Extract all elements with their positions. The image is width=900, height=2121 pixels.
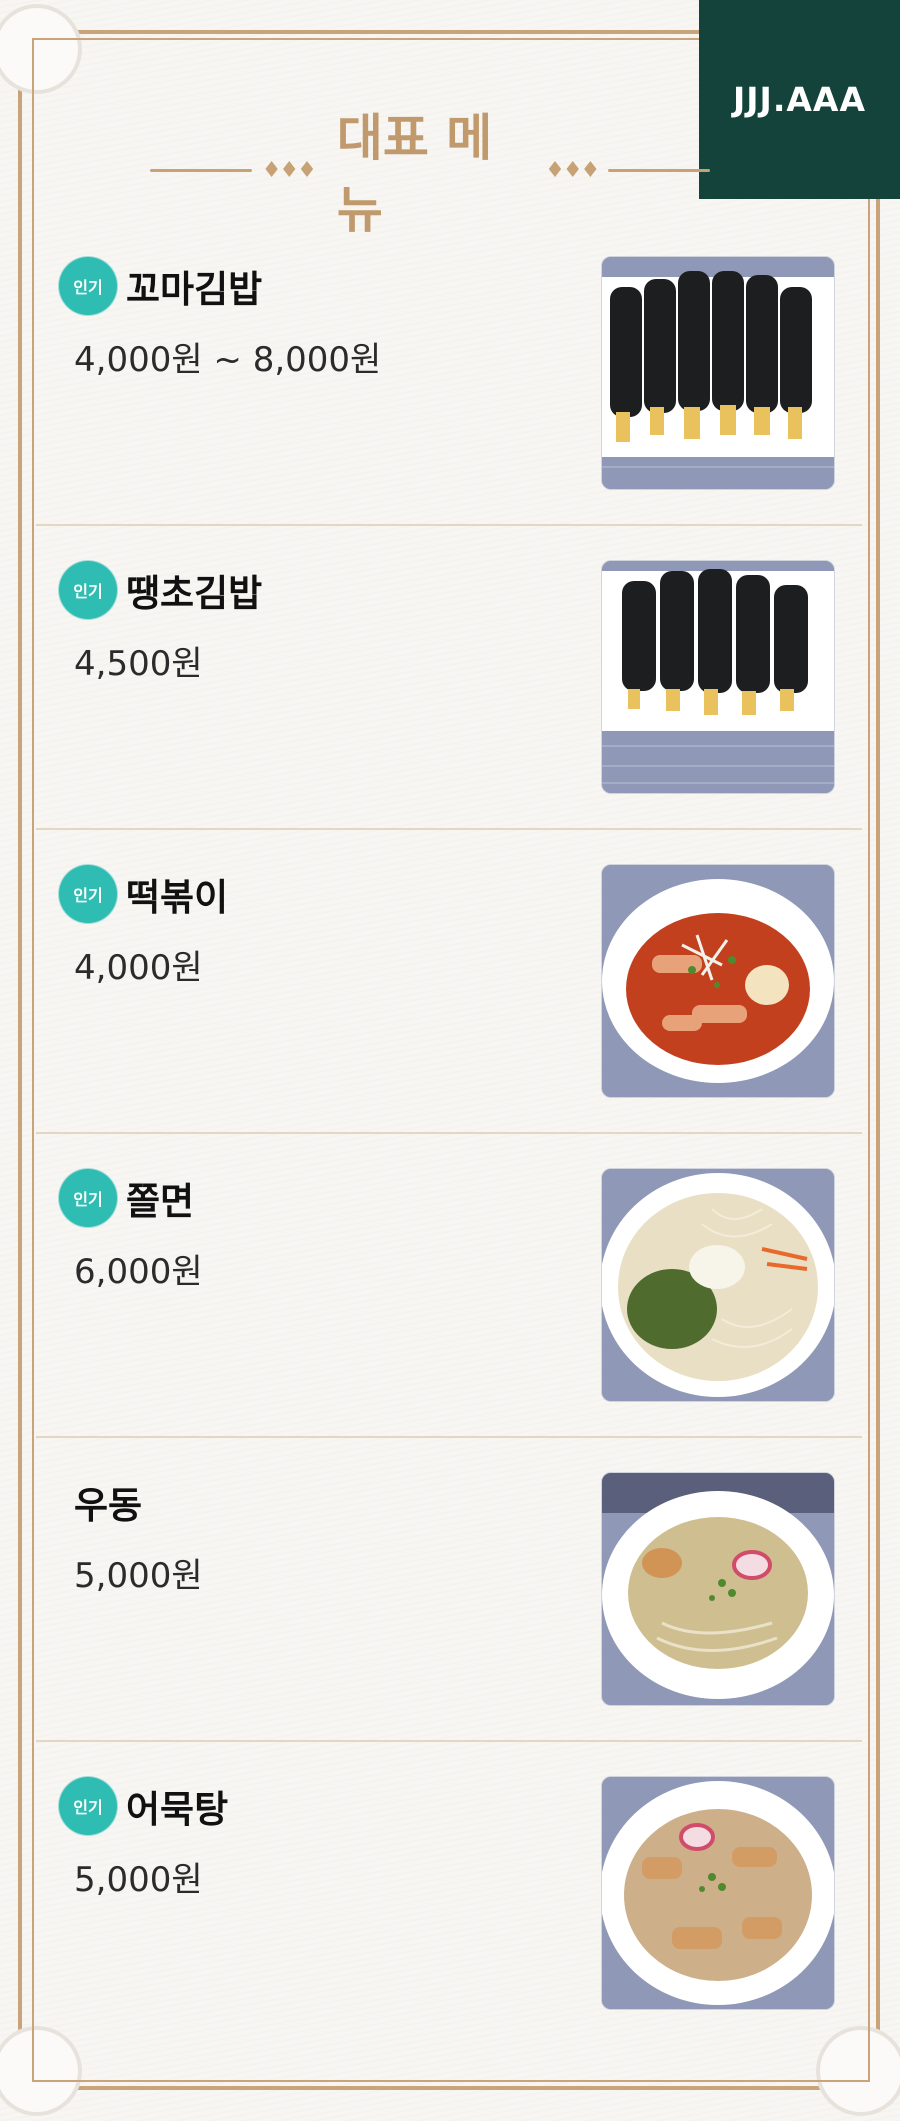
udon-photo[interactable] xyxy=(601,1472,835,1706)
menu-item-name-row: 인기 쫄면 xyxy=(62,1171,194,1225)
menu-item-name: 땡초김밥 xyxy=(126,572,263,615)
menu-page: JJJ.AAA ♦♦♦ 대표 메뉴 ♦♦♦ 인기 꼬마김밥 4,000원 ~ 8… xyxy=(0,0,900,2121)
menu-item-price: 6,000원 xyxy=(74,1252,203,1292)
mini-kimbap-photo[interactable] xyxy=(601,256,835,490)
brand-logo-text: JJJ.AAA xyxy=(733,80,866,119)
popular-badge: 인기 xyxy=(62,1780,114,1832)
diamond-ornament-icon: ♦♦♦ xyxy=(545,157,600,183)
menu-item-price: 4,500원 xyxy=(74,644,203,684)
popular-badge: 인기 xyxy=(62,868,114,920)
menu-item[interactable]: 인기 어묵탕 5,000원 xyxy=(36,1742,862,2046)
section-header: ♦♦♦ 대표 메뉴 ♦♦♦ xyxy=(150,109,710,239)
section-title: 대표 메뉴 xyxy=(336,109,493,239)
fishcake-soup-photo[interactable] xyxy=(601,1776,835,2010)
menu-item-name-row: 인기 꼬마김밥 xyxy=(62,259,262,313)
spicy-kimbap-photo[interactable] xyxy=(601,560,835,794)
header-line-left xyxy=(150,168,252,172)
menu-item-price: 4,000원 xyxy=(74,948,203,988)
diamond-ornament-icon: ♦♦♦ xyxy=(261,157,317,183)
menu-item[interactable]: 인기 떡볶이 4,000원 xyxy=(36,830,862,1134)
header-line-right xyxy=(608,168,710,172)
tteokbokki-photo[interactable] xyxy=(601,864,835,1098)
jjolmyeon-photo[interactable] xyxy=(601,1168,835,1402)
menu-item-name: 어묵탕 xyxy=(126,1788,229,1831)
menu-item-price: 5,000원 xyxy=(74,1860,203,1900)
menu-item[interactable]: 인기 땡초김밥 4,500원 xyxy=(36,526,862,830)
menu-item-price: 4,000원 ~ 8,000원 xyxy=(74,340,382,380)
menu-item-name-row: 인기 땡초김밥 xyxy=(62,563,262,617)
menu-item-name-row: 인기 어묵탕 xyxy=(62,1779,228,1833)
menu-item-name: 우동 xyxy=(74,1484,143,1527)
menu-item-name-row: 우동 xyxy=(62,1475,142,1529)
menu-list: 인기 꼬마김밥 4,000원 ~ 8,000원 인기 땡초김밥 4,500원 인… xyxy=(36,222,862,2046)
popular-badge: 인기 xyxy=(62,260,114,312)
menu-item-name: 쫄면 xyxy=(126,1180,195,1223)
popular-badge: 인기 xyxy=(62,564,114,616)
menu-item[interactable]: 우동 5,000원 xyxy=(36,1438,862,1742)
popular-badge: 인기 xyxy=(62,1172,114,1224)
menu-item-price: 5,000원 xyxy=(74,1556,203,1596)
menu-item[interactable]: 인기 쫄면 6,000원 xyxy=(36,1134,862,1438)
brand-logo[interactable]: JJJ.AAA xyxy=(699,0,900,199)
menu-item-name: 꼬마김밥 xyxy=(126,268,263,311)
menu-item-name-row: 인기 떡볶이 xyxy=(62,867,228,921)
menu-item-name: 떡볶이 xyxy=(126,876,229,919)
menu-item[interactable]: 인기 꼬마김밥 4,000원 ~ 8,000원 xyxy=(36,222,862,526)
